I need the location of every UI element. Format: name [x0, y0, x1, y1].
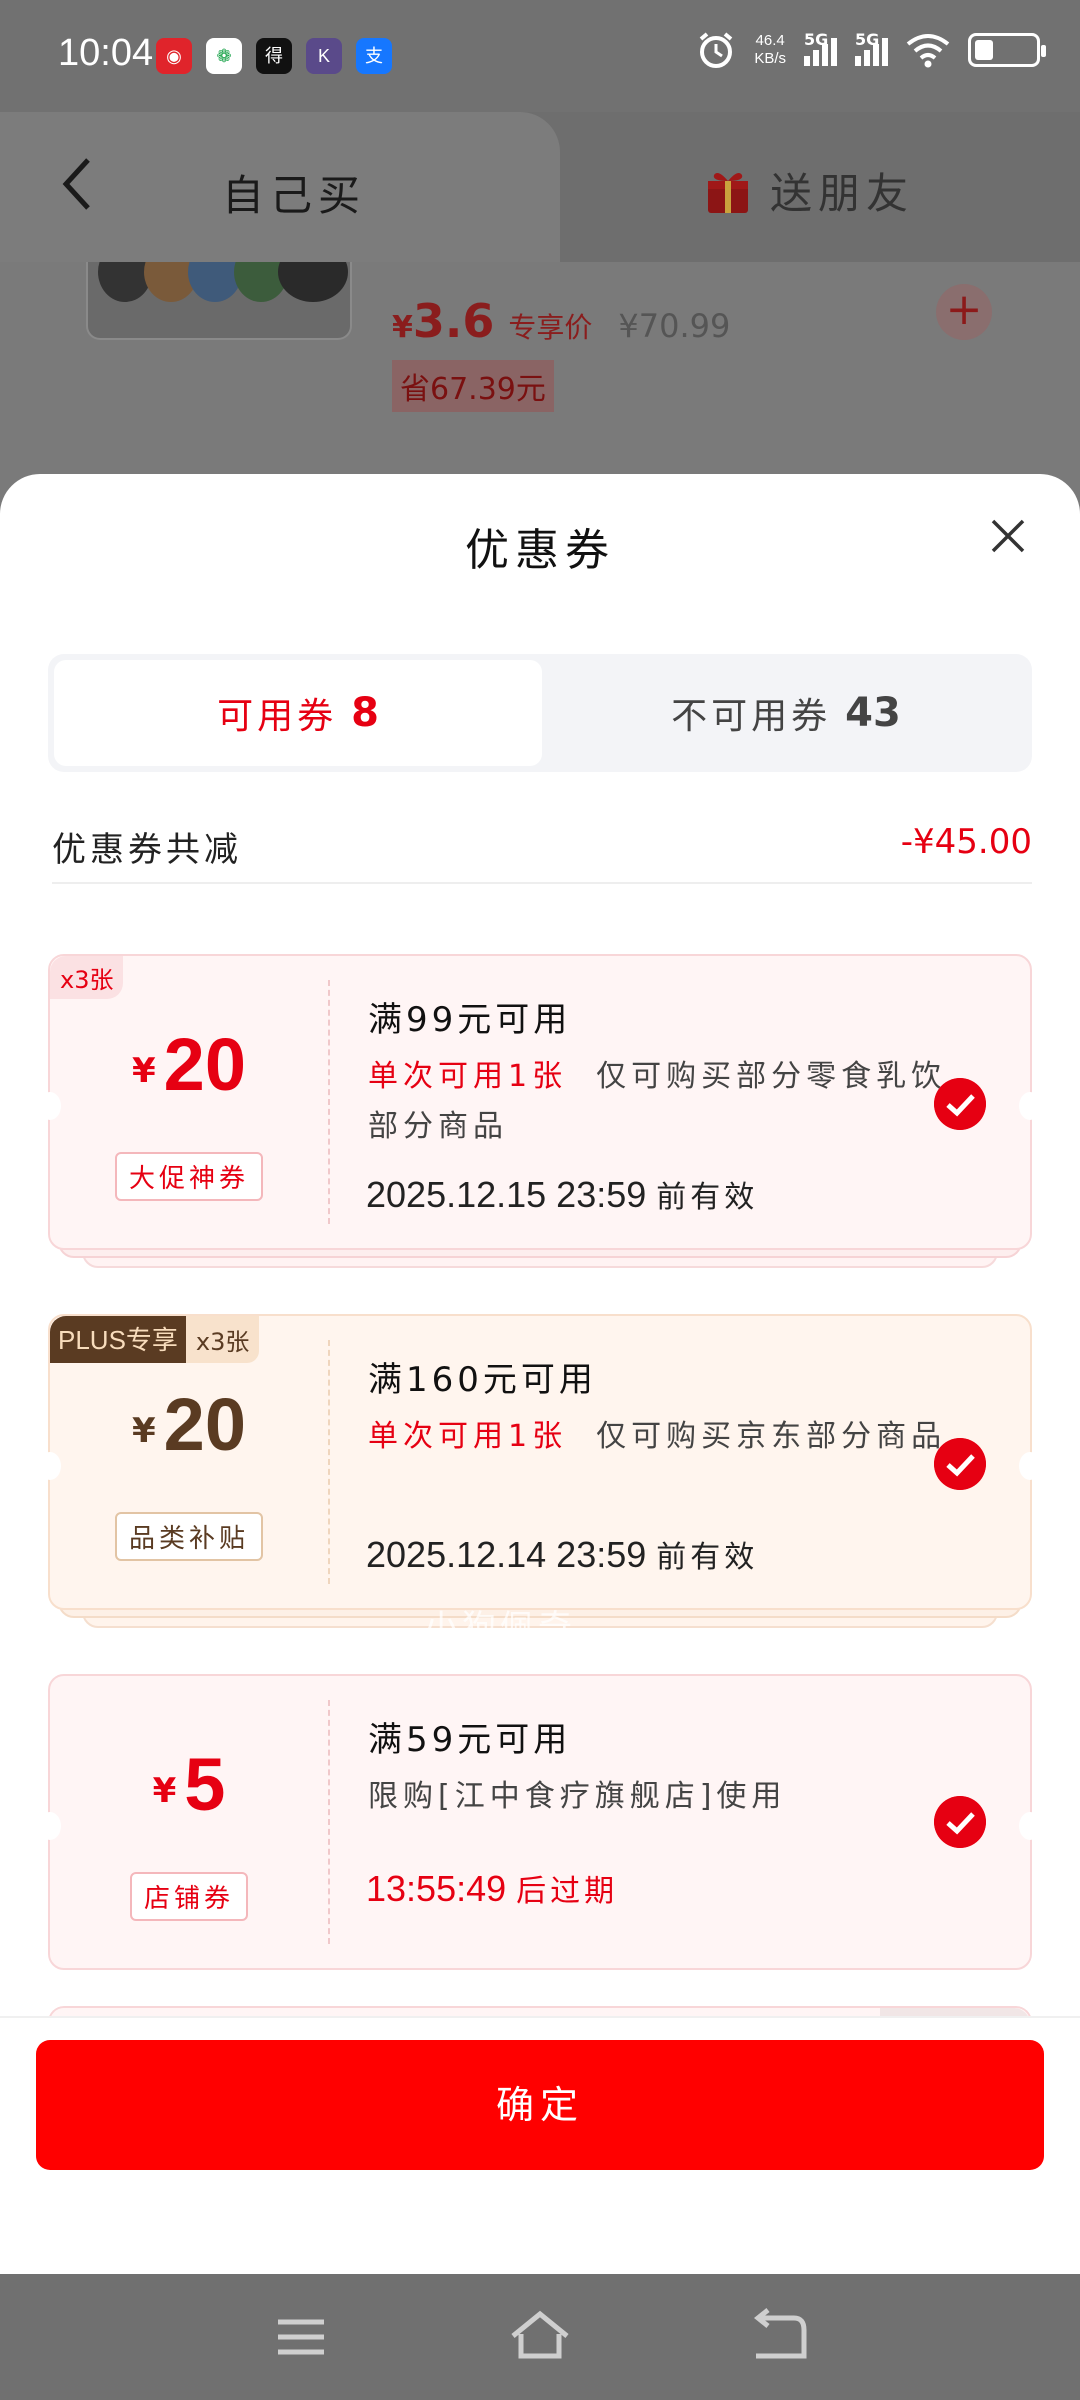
coupon-tabs: 可用券 8 不可用券 43 [48, 654, 1032, 772]
back-arrow-icon[interactable] [58, 154, 98, 214]
alarm-icon [700, 32, 733, 68]
status-indicators: 46.4 KB/s 5G 5G [696, 30, 1046, 70]
signal-2-label: 5G [855, 30, 880, 49]
coupon-amount-value: 5 [184, 1743, 226, 1826]
coupon-yen: ¥ [152, 1771, 177, 1811]
price-amount: 3.6 [412, 294, 495, 348]
coupon-card[interactable]: PLUS专享 x3张 ¥20 品类补贴 满160元可用 单次可用1张 仅可购买京… [39, 1314, 1041, 1634]
saving-badge: 省67.39元 [392, 360, 554, 412]
total-discount-value: -¥45.00 [900, 822, 1032, 862]
coupon-card[interactable]: ¥5 店铺券 满59元可用 限购[江中食疗旗舰店]使用 13:55:49 后过期 [39, 1674, 1041, 1970]
add-to-cart-button[interactable]: + [936, 284, 992, 340]
product-price: ¥ 3.6 专享价 ¥70.99 [392, 294, 730, 348]
home-icon[interactable] [507, 2304, 573, 2370]
checked-icon[interactable] [934, 1078, 986, 1130]
net-speed-value: 46.4 [755, 32, 785, 49]
kuaishou-icon: K [306, 38, 342, 74]
coupon-valid-date: 2025.12.14 23:59 [366, 1534, 647, 1575]
coupon-condition: 满160元可用 [368, 1360, 597, 1400]
coupon-valid-date: 2025.12.15 23:59 [366, 1174, 647, 1215]
signal-2-icon: 5G [855, 30, 888, 66]
battery-icon [968, 33, 1046, 67]
coupon-limit: 单次可用1张 [368, 1419, 568, 1454]
coupon-amount: ¥20 [50, 1022, 328, 1107]
coupon-validity: 2025.12.15 23:59 前有效 [366, 1172, 758, 1216]
tab-unavailable-label: 不可用券 [671, 696, 832, 737]
watermark: 小狗佩奇 [424, 1608, 576, 1648]
sheet-title: 优惠券 [465, 525, 615, 576]
gift-icon [708, 172, 748, 213]
status-bar: 10:04 ◉ ❁ 得 K 支 46.4 KB/s 5G 5G [0, 0, 1080, 112]
coupon-description: 单次可用1张 仅可购买部分零食乳饮部分商品 [368, 1052, 948, 1152]
coupon-amount-value: 20 [163, 1023, 246, 1106]
coupon-scope: 仅可购买京东部分商品 [596, 1419, 947, 1454]
alipay-icon: 支 [356, 38, 392, 74]
coupon-valid-suffix: 前有效 [656, 1540, 759, 1575]
tab-send-to-friend[interactable]: 送朋友 [704, 160, 914, 221]
original-price: ¥70.99 [618, 307, 731, 345]
tab-gift-label: 送朋友 [770, 169, 915, 218]
price-yen: ¥ [392, 310, 413, 345]
tab-available[interactable]: 可用券 8 [54, 660, 542, 766]
net-speed: 46.4 KB/s [754, 32, 786, 68]
signal-1-icon: 5G [804, 30, 837, 66]
tab-available-count: 8 [351, 690, 379, 736]
sheet-footer: 确定 [0, 2016, 1080, 2274]
coupon-countdown-time: 13:55:49 [366, 1868, 507, 1909]
signal-1-label: 5G [804, 30, 829, 49]
coupon-amount: ¥20 [50, 1382, 328, 1467]
purchase-mode-tabs: 自己买 送朋友 [0, 112, 1080, 262]
confirm-button[interactable]: 确定 [36, 2040, 1044, 2170]
status-time: 10:04 [58, 32, 154, 74]
coupon-amount: ¥5 [50, 1742, 328, 1827]
coupon-yen: ¥ [132, 1411, 156, 1451]
close-icon[interactable] [990, 518, 1026, 554]
coupon-condition: 满99元可用 [368, 1000, 572, 1040]
coupon-description: 单次可用1张 仅可购买京东部分商品 [368, 1412, 948, 1462]
dewu-icon: 得 [256, 38, 292, 74]
system-nav-bar [0, 2274, 1080, 2400]
net-speed-unit: KB/s [754, 50, 786, 67]
coupon-condition: 满59元可用 [368, 1720, 572, 1760]
coupon-amount-value: 20 [163, 1383, 246, 1466]
coupon-card[interactable]: x3张 ¥20 大促神券 满99元可用 单次可用1张 仅可购买部分零食乳饮部分商… [39, 954, 1041, 1274]
coupon-countdown-suffix: 后过期 [516, 1874, 619, 1909]
menu-icon[interactable] [268, 2304, 334, 2370]
notification-icons: ◉ ❁ 得 K 支 [156, 38, 392, 74]
checked-icon[interactable] [934, 1438, 986, 1490]
price-tag: 专享价 [508, 311, 593, 344]
coupon-validity: 2025.12.14 23:59 前有效 [366, 1532, 758, 1576]
china-mobile-icon: ❁ [206, 38, 242, 74]
wifi-icon [906, 34, 950, 68]
coupon-countdown: 13:55:49 后过期 [366, 1866, 618, 1910]
plus-exclusive-tag: PLUS专享 [50, 1316, 186, 1363]
coupon-count-tag: x3张 [185, 1316, 260, 1363]
tab-unavailable-count: 43 [845, 690, 901, 736]
coupon-type-badge: 品类补贴 [114, 1512, 263, 1561]
coupon-limit: 单次可用1张 [368, 1059, 568, 1094]
coupon-description: 限购[江中食疗旗舰店]使用 [368, 1779, 787, 1814]
back-icon[interactable] [746, 2304, 812, 2370]
background-product: ¥ 3.6 专享价 ¥70.99 省67.39元 + [0, 262, 1080, 472]
checked-icon[interactable] [934, 1796, 986, 1848]
coupon-sheet: 优惠券 可用券 8 不可用券 43 优惠券共减 -¥45.00 x3张 ¥20 … [0, 474, 1080, 2274]
total-discount-label: 优惠券共减 [52, 830, 242, 870]
tab-unavailable[interactable]: 不可用券 43 [542, 660, 1030, 766]
tab-available-label: 可用券 [217, 696, 338, 737]
coupon-type-badge: 店铺券 [129, 1872, 248, 1921]
product-image [86, 262, 352, 340]
netease-music-icon: ◉ [156, 38, 192, 74]
coupon-type-badge: 大促神券 [114, 1152, 263, 1201]
coupon-valid-suffix: 前有效 [656, 1180, 759, 1215]
coupon-count-tag: x3张 [50, 956, 124, 999]
total-discount-row: 优惠券共减 -¥45.00 [52, 814, 1032, 884]
tab-buy-for-self[interactable]: 自己买 [222, 162, 366, 223]
coupon-yen: ¥ [132, 1051, 156, 1091]
coupon-tags: PLUS专享 x3张 [50, 1316, 260, 1363]
